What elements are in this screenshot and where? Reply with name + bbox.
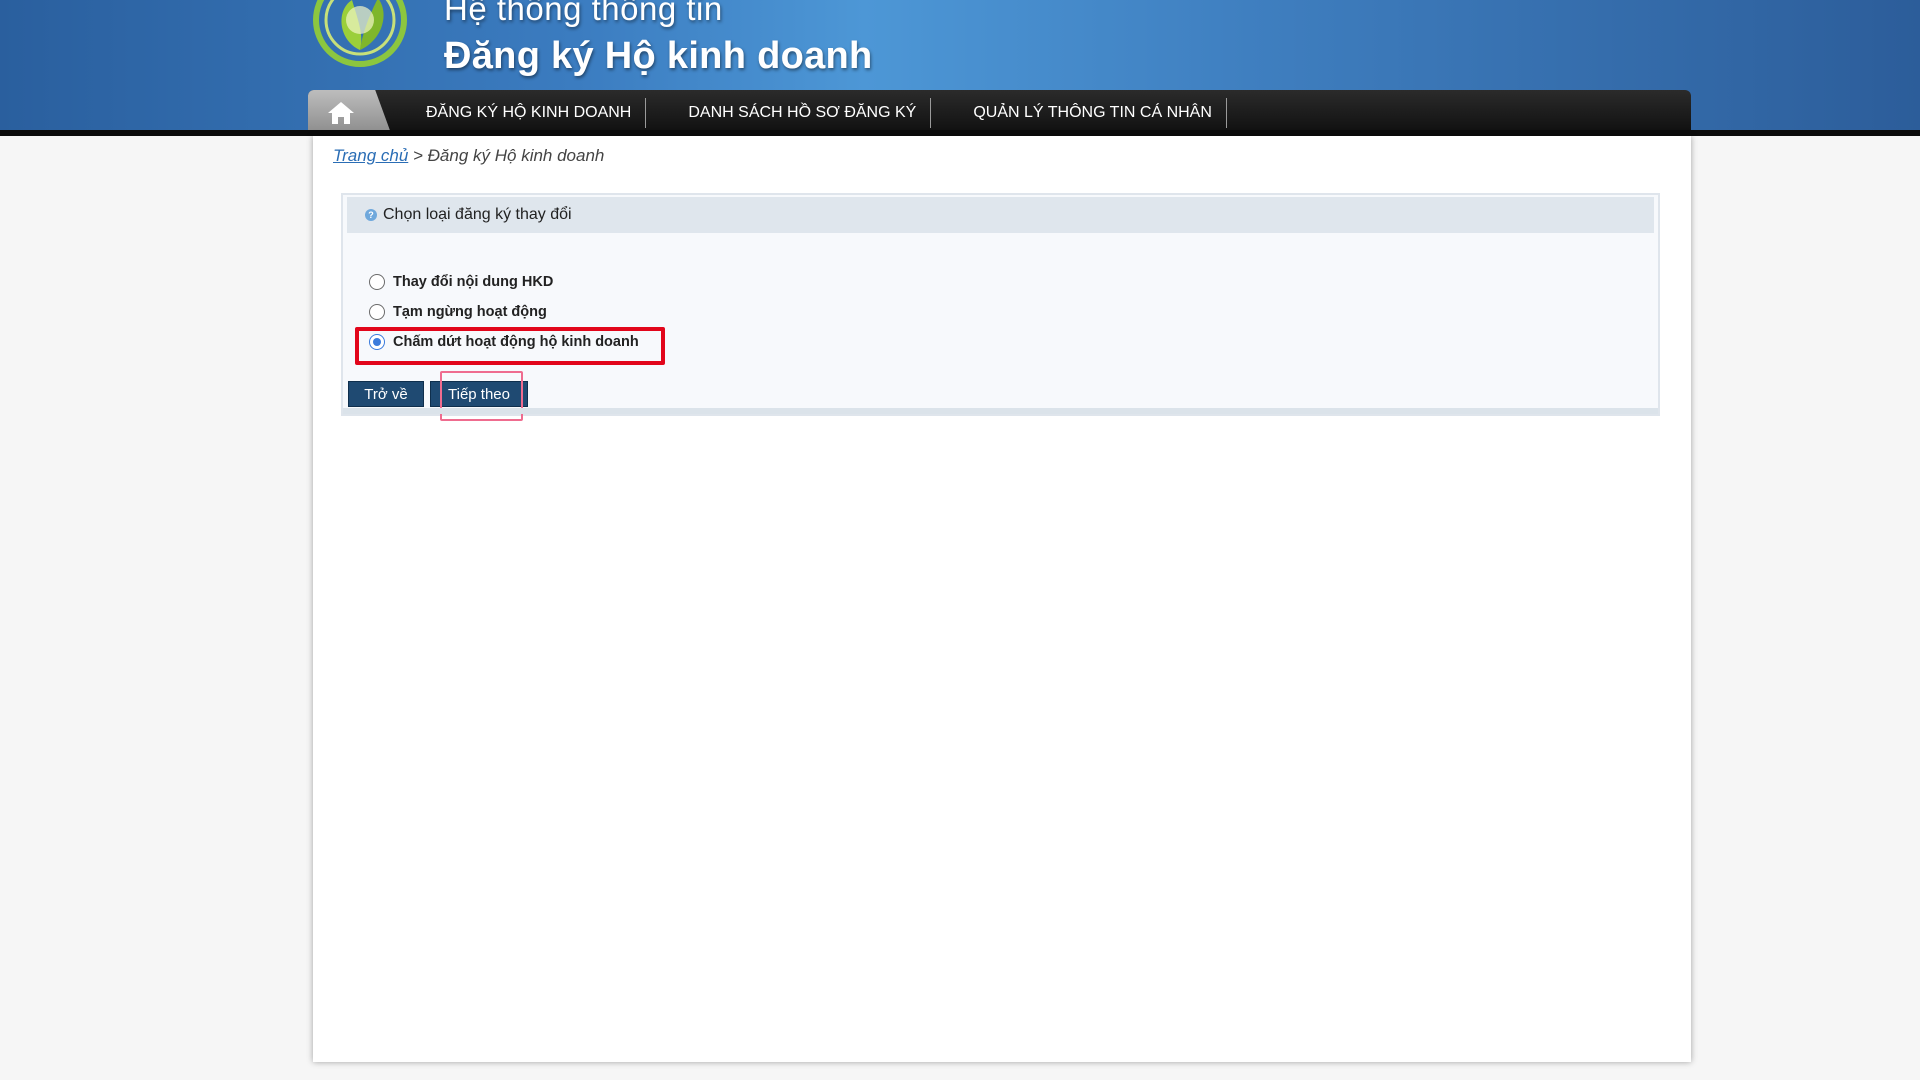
- back-button[interactable]: Trở về: [348, 381, 424, 407]
- nav-item-quan-ly-thong-tin[interactable]: QUẢN LÝ THÔNG TIN CÁ NHÂN: [931, 98, 1227, 128]
- main-content: Trang chủ > Đăng ký Hộ kinh doanh ? Chọn…: [313, 136, 1691, 1062]
- radio-thay-doi-noi-dung[interactable]: [369, 274, 385, 290]
- breadcrumb-separator: >: [408, 146, 428, 165]
- header-banner: Hệ thống thông tin Đăng ký Hộ kinh doanh…: [0, 0, 1920, 136]
- option-label: Tạm ngừng hoạt động: [393, 304, 547, 320]
- option-thay-doi-noi-dung[interactable]: Thay đổi nội dung HKD: [369, 267, 639, 297]
- option-tam-ngung[interactable]: Tạm ngừng hoạt động: [369, 297, 639, 327]
- main-navbar: ĐĂNG KÝ HỘ KINH DOANH DANH SÁCH HỒ SƠ ĐĂ…: [308, 90, 1691, 136]
- nav-item-danh-sach-ho-so[interactable]: DANH SÁCH HỒ SƠ ĐĂNG KÝ: [646, 98, 932, 128]
- home-icon: [328, 102, 354, 124]
- panel-bottom-bar: [343, 408, 1658, 414]
- site-title-line2: Đăng ký Hộ kinh doanh: [444, 35, 873, 77]
- panel-title: Chọn loại đăng ký thay đổi: [383, 206, 572, 223]
- selected-option-highlight: [355, 327, 665, 365]
- breadcrumb-home-link[interactable]: Trang chủ: [333, 146, 408, 165]
- site-title: Hệ thống thông tin Đăng ký Hộ kinh doanh: [444, 0, 873, 80]
- change-type-panel: ? Chọn loại đăng ký thay đổi Thay đổi nộ…: [341, 193, 1660, 421]
- breadcrumb-current: Đăng ký Hộ kinh doanh: [427, 146, 605, 165]
- nav-item-dang-ky-ho-kinh-doanh[interactable]: ĐĂNG KÝ HỘ KINH DOANH: [412, 98, 647, 128]
- help-icon: ?: [365, 209, 377, 221]
- radio-tam-ngung[interactable]: [369, 304, 385, 320]
- breadcrumb: Trang chủ > Đăng ký Hộ kinh doanh: [333, 146, 604, 166]
- site-title-line1: Hệ thống thông tin: [444, 0, 723, 27]
- option-label: Thay đổi nội dung HKD: [393, 274, 554, 290]
- home-tab[interactable]: [308, 90, 392, 136]
- leaf-logo-icon: [308, 0, 418, 76]
- panel-header: ? Chọn loại đăng ký thay đổi: [347, 197, 1654, 233]
